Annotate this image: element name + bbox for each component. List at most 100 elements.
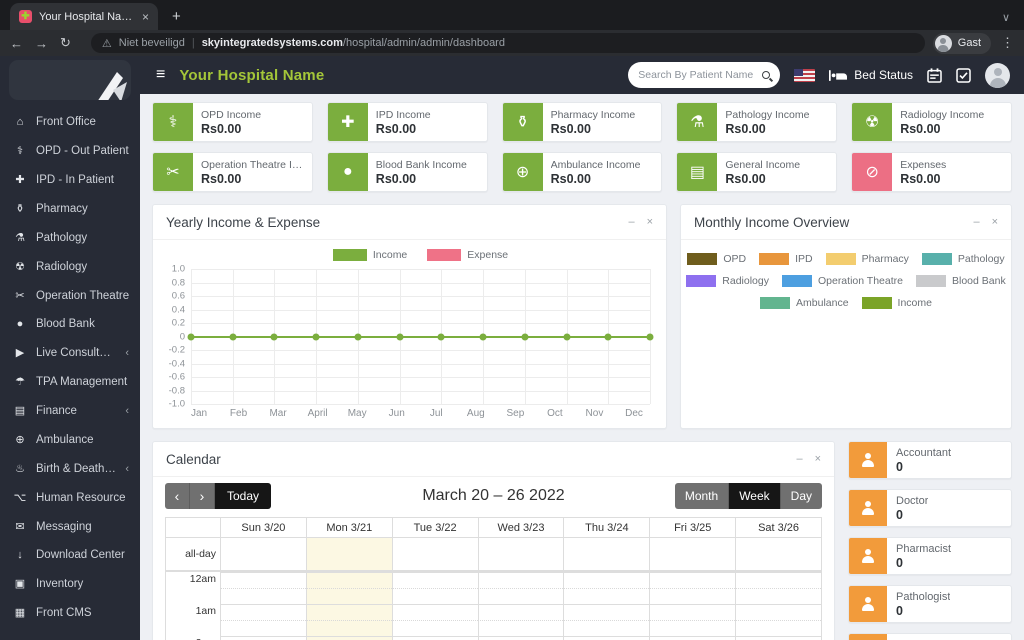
income-card-opd-income[interactable]: ⚕ OPD Income Rs0.00: [152, 102, 313, 142]
minimize-icon[interactable]: –: [796, 453, 802, 465]
hour-cell[interactable]: [220, 572, 306, 588]
hour-cell[interactable]: [220, 604, 306, 620]
tab-search-chevron-icon[interactable]: ∨: [1002, 11, 1010, 24]
half-hour-cell[interactable]: [220, 588, 306, 604]
staff-card-pharmacist[interactable]: Pharmacist 0: [848, 537, 1012, 575]
sidebar-item-pharmacy[interactable]: ⚱ Pharmacy: [0, 194, 140, 223]
back-icon[interactable]: ←: [10, 36, 23, 51]
sidebar-item-operation-theatre[interactable]: ✂ Operation Theatre: [0, 281, 140, 310]
staff-card-accountant[interactable]: Accountant 0: [848, 441, 1012, 479]
browser-menu-icon[interactable]: ⋮: [1001, 35, 1014, 51]
legend-item-blood-bank[interactable]: Blood Bank: [916, 275, 1006, 287]
legend-item-opd[interactable]: OPD: [687, 253, 746, 265]
hour-cell[interactable]: [735, 572, 821, 588]
search-input[interactable]: [638, 69, 758, 81]
sidebar-item-front-office[interactable]: ⌂ Front Office: [0, 108, 140, 136]
half-hour-cell[interactable]: [735, 620, 821, 636]
income-card-pathology-income[interactable]: ⚗ Pathology Income Rs0.00: [676, 102, 838, 142]
browser-tab[interactable]: ✚ Your Hospital Name ×: [10, 3, 158, 30]
sidebar-item-live-consultation[interactable]: ▶ Live Consultation ‹: [0, 338, 140, 367]
allday-cell-thu-3-24[interactable]: [563, 538, 650, 572]
sidebar-item-birth-death-record[interactable]: ♨ Birth & Death Record ‹: [0, 454, 140, 483]
sidebar-item-ambulance[interactable]: ⊕ Ambulance: [0, 425, 140, 454]
income-card-general-income[interactable]: ▤ General Income Rs0.00: [676, 152, 838, 192]
minimize-icon[interactable]: –: [973, 216, 979, 228]
legend-item-pathology[interactable]: Pathology: [921, 253, 1005, 265]
half-hour-cell[interactable]: [649, 620, 736, 636]
allday-cell-mon-3-21[interactable]: [305, 538, 392, 572]
half-hour-cell[interactable]: [305, 620, 392, 636]
sidebar-item-messaging[interactable]: ✉ Messaging: [0, 512, 140, 541]
half-hour-cell[interactable]: [563, 588, 650, 604]
calendar-view-week-button[interactable]: Week: [729, 483, 781, 509]
sidebar-item-ipd-in-patient[interactable]: ✚ IPD - In Patient: [0, 165, 140, 194]
half-hour-cell[interactable]: [305, 588, 392, 604]
half-hour-cell[interactable]: [477, 588, 564, 604]
legend-item-radiology[interactable]: Radiology: [686, 275, 769, 287]
hour-cell[interactable]: [305, 572, 392, 588]
income-card-ipd-income[interactable]: ✚ IPD Income Rs0.00: [326, 102, 488, 142]
income-card-ambulance-income[interactable]: ⊕ Ambulance Income Rs0.00: [501, 152, 663, 192]
browser-profile-button[interactable]: Gast: [932, 32, 991, 54]
reload-icon[interactable]: ↻: [60, 35, 71, 51]
allday-cell-sun-3-20[interactable]: [220, 538, 306, 572]
allday-cell-fri-3-25[interactable]: [649, 538, 736, 572]
close-icon[interactable]: ×: [815, 453, 821, 465]
half-hour-cell[interactable]: [391, 588, 478, 604]
sidebar-item-download-center[interactable]: ↓ Download Center: [0, 541, 140, 569]
income-card-operation-theatre-income[interactable]: ✂ Operation Theatre IncomeRs0.00: [152, 152, 313, 192]
legend-item-operation-theatre[interactable]: Operation Theatre: [781, 275, 903, 287]
sidebar-item-blood-bank[interactable]: ● Blood Bank: [0, 310, 140, 338]
hour-cell[interactable]: [391, 604, 478, 620]
calendar-view-month-button[interactable]: Month: [674, 483, 730, 509]
half-hour-cell[interactable]: [477, 620, 564, 636]
user-avatar[interactable]: [985, 62, 1010, 88]
tab-close-icon[interactable]: ×: [142, 10, 149, 24]
legend-item-pharmacy[interactable]: Pharmacy: [825, 253, 909, 265]
close-icon[interactable]: ×: [647, 216, 653, 228]
hour-cell[interactable]: [477, 604, 564, 620]
bed-status-button[interactable]: Bed Status: [829, 68, 913, 82]
income-card-pharmacy-income[interactable]: ⚱ Pharmacy Income Rs0.00: [501, 102, 663, 142]
new-tab-button[interactable]: +: [172, 8, 181, 25]
hour-cell[interactable]: [477, 636, 564, 640]
hour-cell[interactable]: [649, 572, 736, 588]
allday-cell-wed-3-23[interactable]: [477, 538, 564, 572]
sidebar-item-front-cms[interactable]: ▦ Front CMS: [0, 598, 140, 627]
hour-cell[interactable]: [649, 604, 736, 620]
hour-cell[interactable]: [649, 636, 736, 640]
hospital-logo[interactable]: [9, 60, 131, 100]
language-flag-icon[interactable]: [794, 68, 816, 82]
half-hour-cell[interactable]: [735, 588, 821, 604]
sidebar-item-opd-out-patient[interactable]: ⚕ OPD - Out Patient: [0, 136, 140, 165]
search-icon[interactable]: [762, 71, 771, 79]
hour-cell[interactable]: [391, 636, 478, 640]
legend-item-expense[interactable]: Expense: [427, 249, 508, 261]
half-hour-cell[interactable]: [220, 620, 306, 636]
hour-cell[interactable]: [305, 604, 392, 620]
hour-cell[interactable]: [220, 636, 306, 640]
half-hour-cell[interactable]: [391, 620, 478, 636]
staff-card-pathologist[interactable]: Pathologist 0: [848, 585, 1012, 623]
legend-item-income[interactable]: Income: [861, 297, 932, 309]
hour-cell[interactable]: [477, 572, 564, 588]
hour-cell[interactable]: [391, 572, 478, 588]
hour-cell[interactable]: [563, 572, 650, 588]
forward-icon[interactable]: →: [35, 36, 48, 51]
legend-item-ambulance[interactable]: Ambulance: [760, 297, 849, 309]
staff-card-doctor[interactable]: Doctor 0: [848, 489, 1012, 527]
allday-cell-tue-3-22[interactable]: [391, 538, 478, 572]
calendar-next-button[interactable]: ›: [190, 483, 215, 509]
income-card-blood-bank-income[interactable]: ● Blood Bank Income Rs0.00: [326, 152, 488, 192]
staff-card-radiologist[interactable]: Radiologist: [848, 633, 1012, 640]
half-hour-cell[interactable]: [563, 620, 650, 636]
allday-cell-sat-3-26[interactable]: [735, 538, 821, 572]
hour-cell[interactable]: [563, 604, 650, 620]
calendar-today-button[interactable]: Today: [215, 483, 272, 509]
income-card-radiology-income[interactable]: ☢ Radiology Income Rs0.00: [851, 102, 1012, 142]
hour-cell[interactable]: [735, 636, 821, 640]
hour-cell[interactable]: [563, 636, 650, 640]
hamburger-menu-icon[interactable]: ≡: [156, 66, 165, 84]
sidebar-item-finance[interactable]: ▤ Finance ‹: [0, 396, 140, 425]
calendar-icon[interactable]: [927, 67, 942, 83]
